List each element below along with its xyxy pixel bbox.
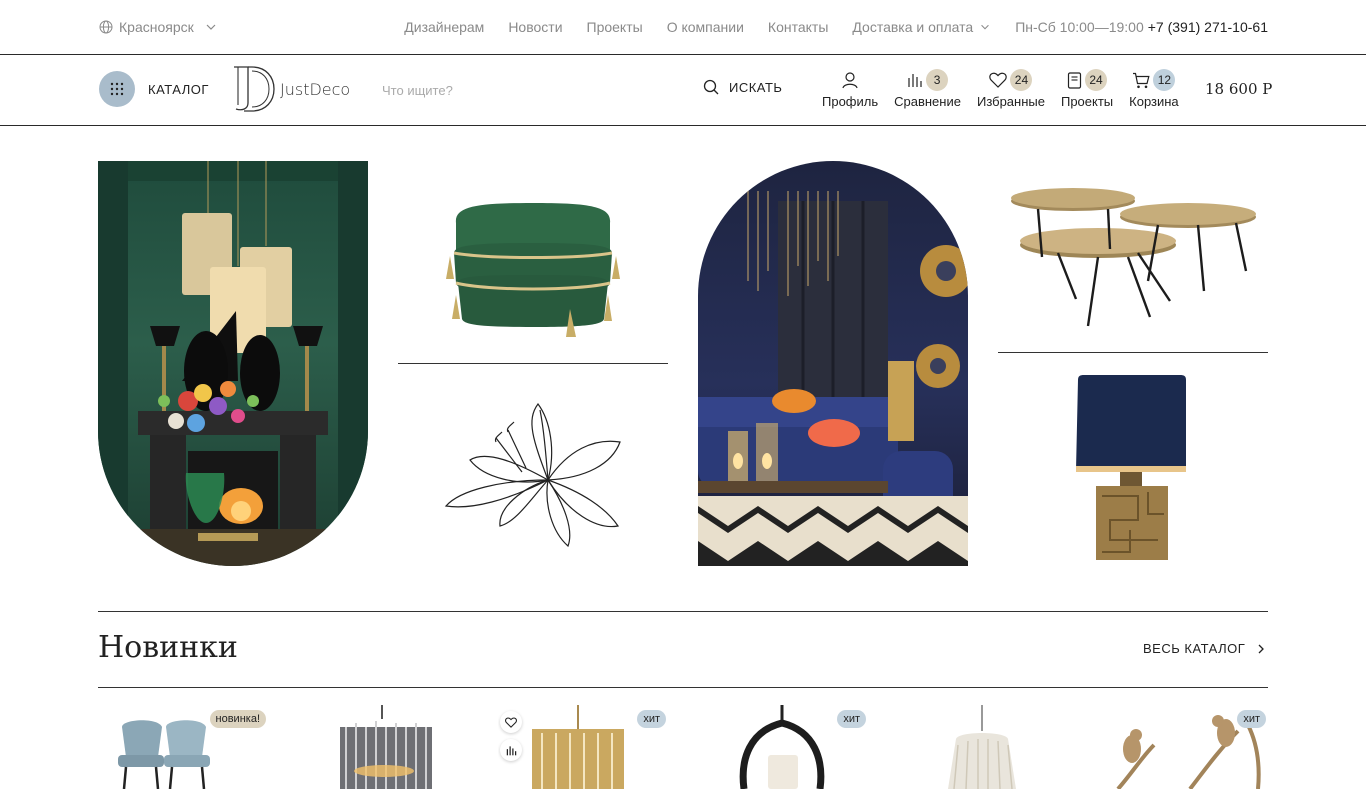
- search-icon: [703, 79, 719, 95]
- chevron-down-icon: [206, 24, 216, 30]
- logo-mark-icon: [234, 66, 275, 112]
- top-navigation: Дизайнерам Новости Проекты О компании Ко…: [404, 19, 1268, 35]
- nav-contacts[interactable]: Контакты: [768, 19, 828, 35]
- notebook-icon: [1067, 71, 1082, 89]
- favorites-label: Избранные: [976, 94, 1045, 109]
- catalog-button[interactable]: КАТАЛОГ: [99, 71, 209, 107]
- product-card[interactable]: хит: [698, 705, 868, 789]
- chevron-right-icon: [1258, 644, 1265, 653]
- product-card[interactable]: хит: [1098, 705, 1268, 789]
- green-interior-illustration: [98, 161, 368, 566]
- hero-image-ottoman[interactable]: [398, 161, 668, 359]
- new-badge: новинка!: [209, 710, 266, 728]
- heart-icon: [989, 72, 1008, 88]
- profile-label: Профиль: [822, 94, 879, 109]
- section-divider-top: [98, 611, 1268, 612]
- hero-image-coffee-tables[interactable]: [998, 161, 1268, 347]
- projects-button[interactable]: 24 Проекты: [1061, 69, 1113, 109]
- cart-count-badge: 12: [1153, 69, 1176, 91]
- projects-label: Проекты: [1060, 94, 1114, 109]
- blue-interior-illustration: [698, 191, 968, 566]
- search-input[interactable]: [382, 77, 682, 103]
- hero-image-green-interior[interactable]: [98, 161, 368, 566]
- logo[interactable]: JustDeco: [230, 65, 350, 113]
- nav-delivery-label: Доставка и оплата: [852, 19, 974, 35]
- header-actions: Профиль 3 Сравнение 24 Избранные 24 Прое…: [822, 69, 1195, 109]
- section-title: Новинки: [98, 630, 238, 665]
- heart-icon: [505, 716, 517, 728]
- cart-label: Корзина: [1129, 94, 1179, 109]
- user-icon: [842, 72, 858, 89]
- compare-button[interactable]: 3 Сравнение: [894, 69, 961, 109]
- hit-badge: хит: [1237, 710, 1266, 728]
- product-image-tiered-chandelier: [948, 705, 1016, 789]
- search-button-label: ИСКАТЬ: [729, 79, 783, 95]
- hero-image-lily-sketch: [398, 380, 668, 566]
- phone-number[interactable]: +7 (391) 271-10-61: [1148, 19, 1268, 35]
- compare-count-badge: 3: [926, 69, 949, 91]
- city-label: Красноярск: [119, 19, 194, 35]
- main-header: КАТАЛОГ JustDeco ИСКАТЬ Профиль 3 Сравне…: [0, 55, 1366, 126]
- globe-icon: [99, 20, 113, 34]
- projects-count-badge: 24: [1085, 69, 1108, 91]
- section-divider-bottom: [98, 687, 1268, 688]
- all-catalog-label: ВЕСЬ КАТАЛОГ: [1143, 641, 1246, 656]
- top-bar: Красноярск Дизайнерам Новости Проекты О …: [0, 0, 1366, 55]
- add-to-compare-button[interactable]: [500, 739, 522, 761]
- favorites-button[interactable]: 24 Избранные: [977, 69, 1045, 109]
- ottoman-illustration: [398, 161, 668, 359]
- nav-news[interactable]: Новости: [508, 19, 562, 35]
- table-lamp-illustration: [1076, 375, 1186, 560]
- cart-button[interactable]: 12 Корзина: [1129, 69, 1179, 109]
- divider-line: [998, 352, 1268, 353]
- divider-line: [398, 363, 668, 364]
- nav-projects[interactable]: Проекты: [587, 19, 643, 35]
- hero-image-table-lamp[interactable]: [998, 370, 1268, 566]
- product-image-crystal-chandelier: [340, 705, 432, 789]
- product-card[interactable]: [898, 705, 1068, 789]
- search-button[interactable]: ИСКАТЬ: [703, 79, 782, 95]
- catalog-label: КАТАЛОГ: [148, 81, 209, 97]
- lily-line-art: [444, 402, 621, 548]
- grid-menu-icon: [99, 71, 135, 107]
- hit-badge: хит: [837, 710, 866, 728]
- add-to-favorites-button[interactable]: [500, 711, 522, 733]
- compare-bars-icon: [908, 74, 922, 87]
- profile-button[interactable]: Профиль: [822, 69, 878, 109]
- cart-total[interactable]: 18 600 Р: [1205, 80, 1272, 98]
- cart-icon: [1133, 72, 1150, 88]
- product-card[interactable]: новинка!: [98, 705, 268, 789]
- favorites-count-badge: 24: [1010, 69, 1033, 91]
- nav-designers[interactable]: Дизайнерам: [404, 19, 484, 35]
- hit-badge: хит: [637, 710, 666, 728]
- chevron-down-icon: [981, 24, 989, 30]
- product-card[interactable]: хит: [498, 705, 668, 789]
- coffee-tables-illustration: [1011, 188, 1256, 327]
- city-selector[interactable]: Красноярск: [99, 19, 218, 35]
- all-catalog-link[interactable]: ВЕСЬ КАТАЛОГ: [1143, 641, 1265, 656]
- nav-delivery-dropdown[interactable]: Доставка и оплата: [852, 19, 991, 35]
- compare-label: Сравнение: [894, 94, 961, 109]
- working-hours: Пн-Сб 10:00—19:00: [1015, 19, 1144, 35]
- product-actions: [500, 711, 522, 761]
- product-card[interactable]: [298, 705, 468, 789]
- nav-about[interactable]: О компании: [667, 19, 744, 35]
- logo-text: JustDeco: [280, 79, 351, 99]
- hero-image-blue-interior[interactable]: [698, 161, 968, 566]
- compare-bars-icon: [506, 745, 516, 755]
